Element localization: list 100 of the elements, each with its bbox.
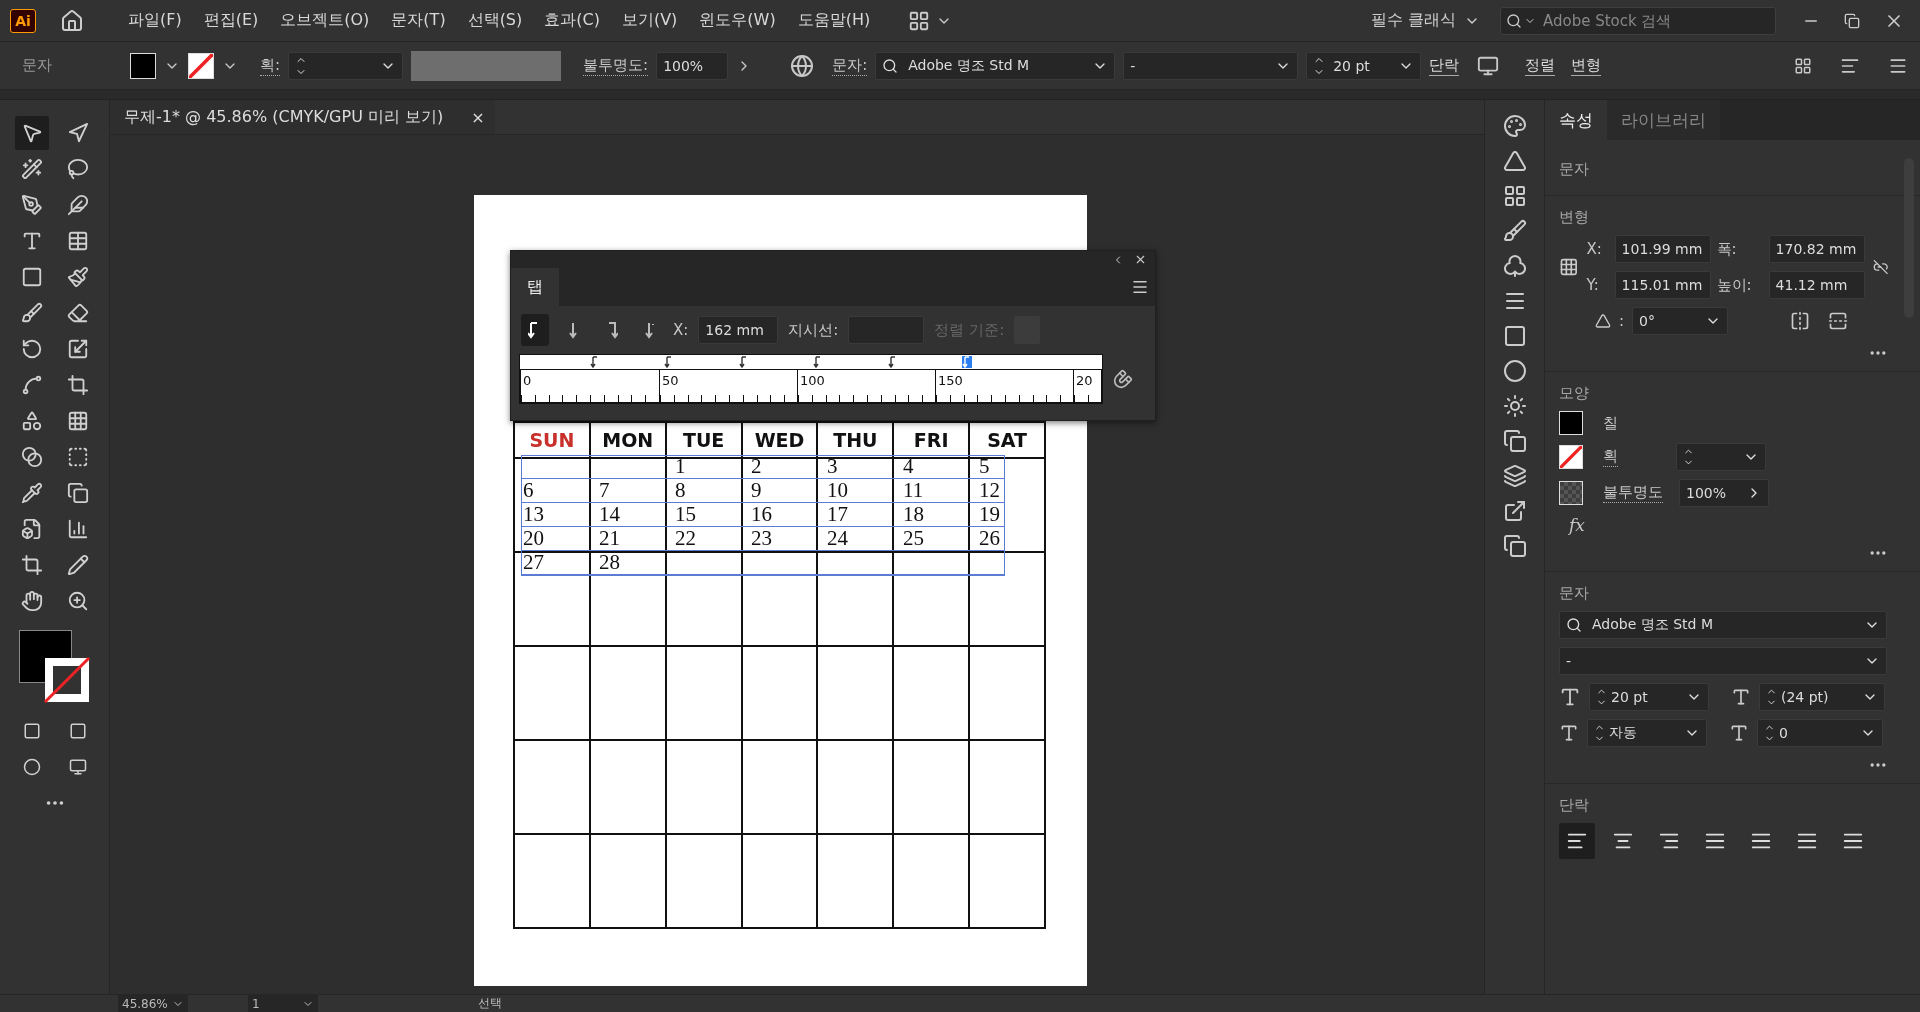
menu-item[interactable]: 선택(S) (459, 10, 531, 31)
menu-item[interactable]: 효과(C) (536, 10, 608, 31)
stroke-swatch[interactable] (1559, 445, 1583, 469)
tracking-field[interactable]: 0 (1757, 719, 1883, 747)
angle-field[interactable]: 0° (1632, 307, 1729, 335)
tab-stop-icon[interactable] (813, 356, 823, 368)
pages-icon[interactable] (1502, 534, 1527, 558)
layout-icon[interactable] (908, 9, 931, 32)
tab-position-field[interactable]: 162 mm (698, 316, 779, 344)
tab-align-button[interactable] (521, 314, 549, 346)
pen-icon[interactable] (20, 194, 43, 216)
monitor-icon[interactable] (1477, 54, 1500, 77)
tab-stop-track[interactable] (519, 354, 1103, 370)
y-field[interactable]: 115.01 mm (1614, 271, 1711, 299)
eyedropper-icon[interactable] (20, 482, 43, 504)
x-field[interactable]: 101.99 mm (1614, 235, 1711, 263)
kerning-field[interactable]: 자동 (1587, 719, 1707, 747)
font-style-field[interactable]: - (1559, 647, 1887, 675)
paragraph-link[interactable]: 단락 (1429, 55, 1460, 76)
effects-button[interactable]: fx (1569, 515, 1585, 535)
palette-icon[interactable] (1502, 114, 1527, 138)
font-family-field[interactable]: Adobe 명조 Std M (1559, 611, 1887, 639)
menu-item[interactable]: 파일(F) (120, 10, 190, 31)
paragraph-align-button[interactable] (1559, 823, 1595, 859)
blend-icon[interactable] (20, 446, 43, 468)
overlap-icon[interactable] (1502, 429, 1527, 453)
hand-icon[interactable] (20, 590, 43, 612)
eraser-icon[interactable] (66, 302, 89, 324)
width-field[interactable]: 170.82 mm (1768, 235, 1865, 263)
square-icon[interactable] (1502, 324, 1527, 348)
square-icon[interactable] (68, 722, 87, 740)
paintbrush-icon[interactable] (66, 266, 89, 288)
fill-stroke-drawing[interactable] (18, 630, 91, 704)
menu-item[interactable]: 윈도우(W) (691, 10, 784, 31)
rectangle-icon[interactable] (20, 266, 43, 288)
grid-icon[interactable] (1794, 56, 1812, 75)
feather-icon[interactable] (66, 194, 89, 216)
brush-icon[interactable] (1502, 219, 1527, 243)
rotate-icon[interactable] (20, 338, 43, 360)
panel-tab[interactable]: 라이브러리 (1607, 100, 1720, 140)
triangle-icon[interactable] (1502, 149, 1527, 173)
leading-field[interactable]: (24 pt) (1759, 683, 1885, 711)
tab-stop-icon[interactable] (589, 356, 600, 368)
pencil-icon[interactable] (66, 554, 89, 576)
restore-icon[interactable] (1844, 12, 1860, 29)
document-tab[interactable]: 무제-1* @ 45.86% (CMYK/GPU 미리 보기) × (110, 100, 495, 134)
height-field[interactable]: 41.12 mm (1768, 271, 1865, 299)
pointer-icon[interactable] (66, 122, 89, 144)
crop-icon[interactable] (66, 374, 89, 396)
menu-icon[interactable] (1131, 278, 1149, 296)
globe-icon[interactable] (790, 53, 815, 78)
dashed-box-icon[interactable] (66, 446, 89, 468)
page-field[interactable]: 1 (248, 995, 318, 1012)
club-icon[interactable] (1502, 254, 1527, 278)
shapes-icon[interactable] (20, 410, 43, 432)
font-size-field[interactable]: 20 pt (1589, 683, 1709, 711)
export-icon[interactable] (1502, 499, 1527, 523)
scale-icon[interactable] (66, 338, 89, 360)
brush-icon[interactable] (20, 302, 43, 324)
stock-search-field[interactable]: Adobe Stock 검색 (1500, 6, 1776, 35)
control-link[interactable]: 변형 (1571, 55, 1602, 76)
stroke-weight-field[interactable] (1676, 443, 1766, 471)
menu-item[interactable]: 오브젝트(O) (272, 10, 378, 31)
circle-icon[interactable] (22, 758, 41, 776)
monitor-icon[interactable] (68, 758, 87, 776)
tab-stop-icon[interactable] (887, 356, 898, 368)
menu-item[interactable]: 도움말(H) (789, 10, 879, 31)
lasso-icon[interactable] (66, 158, 89, 180)
menu-item[interactable]: 편집(E) (195, 10, 267, 31)
fill-swatch[interactable] (1559, 411, 1583, 435)
copy-icon[interactable] (66, 482, 89, 504)
magnet-icon[interactable] (1113, 369, 1133, 389)
panel-tab[interactable]: 탭 (511, 268, 559, 306)
font-size-field[interactable]: 20 pt (1306, 51, 1422, 80)
zoom-icon[interactable] (66, 590, 89, 612)
tab-stop-icon[interactable] (738, 356, 749, 368)
opacity-field[interactable]: 100% (656, 51, 729, 80)
workspace-switcher[interactable]: 필수 클래식 (1370, 10, 1480, 31)
close-icon[interactable] (1134, 253, 1147, 266)
control-link[interactable]: 정렬 (1525, 55, 1556, 76)
panel-tab[interactable]: 속성 (1545, 100, 1607, 140)
magic-wand-icon[interactable] (20, 158, 43, 180)
fill-swatch[interactable] (130, 52, 156, 79)
curve-icon[interactable] (20, 374, 43, 396)
grid-icon[interactable] (66, 410, 89, 432)
zoom-field[interactable]: 45.86% (118, 995, 188, 1012)
sun-icon[interactable] (1502, 394, 1527, 418)
stroke-weight-field[interactable] (288, 51, 404, 80)
circle-icon[interactable] (1502, 359, 1527, 383)
flip-vertical-icon[interactable] (1828, 311, 1849, 331)
stroke-swatch[interactable] (188, 52, 214, 79)
table-icon[interactable] (66, 230, 89, 252)
flip-horizontal-icon[interactable] (1790, 311, 1811, 331)
close-tab-button[interactable]: × (471, 107, 485, 127)
grid-icon[interactable] (1502, 184, 1527, 208)
menu-item[interactable]: 문자(T) (383, 10, 454, 31)
square-icon[interactable] (22, 722, 41, 740)
box-icon[interactable] (20, 518, 43, 540)
font-style-field[interactable]: - (1123, 51, 1299, 80)
home-icon[interactable] (60, 8, 84, 33)
